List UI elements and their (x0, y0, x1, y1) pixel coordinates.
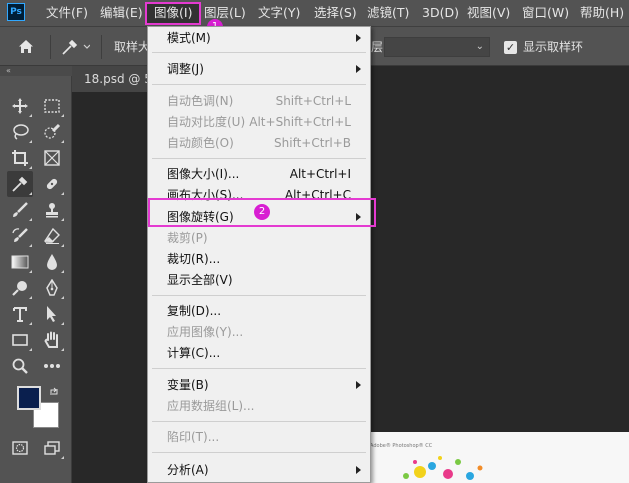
menu-image[interactable]: 图像(I) (154, 0, 192, 26)
swap-colors-icon[interactable] (49, 386, 59, 400)
move-tool-icon[interactable] (7, 93, 33, 119)
menu-window[interactable]: 窗口(W) (522, 0, 569, 26)
menu-filter[interactable]: 滤镜(T) (367, 0, 409, 26)
lasso-tool-icon[interactable] (7, 119, 33, 145)
eraser-tool-icon[interactable] (39, 223, 65, 249)
healing-brush-tool-icon[interactable] (39, 171, 65, 197)
more-tools-icon[interactable] (39, 353, 65, 379)
menu-item-analysis[interactable]: 分析(A) (148, 460, 370, 480)
menu-separator (152, 452, 366, 453)
chevron-down-icon: ⌄ (475, 41, 484, 52)
crop-tool-icon[interactable] (7, 145, 33, 171)
brush-tool-icon[interactable] (7, 197, 33, 223)
blur-tool-icon[interactable] (39, 249, 65, 275)
menu-item-auto-tone[interactable]: 自动色调(N) Shift+Ctrl+L (148, 91, 370, 111)
menu-separator (152, 84, 366, 85)
show-sampling-ring-label: 显示取样环 (523, 40, 584, 54)
menu-item-variables[interactable]: 变量(B) (148, 375, 370, 395)
rectangle-tool-icon[interactable] (7, 327, 33, 353)
menu-item-apply-data-set[interactable]: 应用数据组(L)... (148, 396, 370, 416)
menu-separator (152, 52, 366, 53)
path-selection-tool-icon[interactable] (39, 301, 65, 327)
eyedropper-tool-icon[interactable] (7, 171, 33, 197)
marquee-tool-icon[interactable] (39, 93, 65, 119)
quick-mask-mode-icon[interactable] (7, 435, 33, 461)
menu-item-auto-color[interactable]: 自动颜色(O) Shift+Ctrl+B (148, 133, 370, 153)
options-separator (50, 35, 51, 59)
menu-item-trim[interactable]: 裁切(R)... (148, 249, 370, 269)
menu-3d[interactable]: 3D(D) (422, 0, 459, 26)
menu-item-auto-contrast[interactable]: 自动对比度(U) Alt+Shift+Ctrl+L (148, 112, 370, 132)
sample-layer-dropdown[interactable]: ⌄ (384, 37, 490, 57)
sample-layer-label: 层 (371, 40, 384, 54)
frame-tool-icon[interactable] (39, 145, 65, 171)
menu-item-mode[interactable]: 模式(M) (148, 28, 370, 48)
menu-item-image-size[interactable]: 图像大小(I)... Alt+Ctrl+I (148, 164, 370, 184)
submenu-arrow-icon (356, 34, 361, 42)
menu-separator (152, 295, 366, 296)
type-tool-icon[interactable] (7, 301, 33, 327)
zoom-tool-icon[interactable] (7, 353, 33, 379)
color-swatches (17, 386, 61, 428)
menu-item-crop[interactable]: 裁剪(P) (148, 228, 370, 248)
foreground-color-swatch[interactable] (17, 386, 41, 410)
menu-select[interactable]: 选择(S) (314, 0, 357, 26)
quick-selection-tool-icon[interactable] (39, 119, 65, 145)
clone-stamp-tool-icon[interactable] (39, 197, 65, 223)
menu-item-trap[interactable]: 陷印(T)... (148, 427, 370, 447)
submenu-arrow-icon (356, 381, 361, 389)
image-menu-dropdown: 模式(M) 调整(J) 自动色调(N) Shift+Ctrl+L 自动对比度(U)… (147, 26, 371, 483)
menu-separator (152, 368, 366, 369)
eyedropper-preset-icon[interactable] (60, 37, 91, 60)
screen-mode-icon[interactable] (39, 435, 65, 461)
sample-size-label: 取样大 (114, 40, 151, 54)
menu-item-duplicate[interactable]: 复制(D)... (148, 301, 370, 321)
hand-tool-icon[interactable] (39, 327, 65, 353)
dodge-tool-icon[interactable] (7, 275, 33, 301)
menu-bar: Ps 文件(F) 编辑(E) 图像(I) 图层(L) 文字(Y) 选择(S) 滤… (0, 0, 629, 35)
menu-type[interactable]: 文字(Y) (258, 0, 300, 26)
menu-file[interactable]: 文件(F) (46, 0, 88, 26)
menu-edit[interactable]: 编辑(E) (100, 0, 143, 26)
step-2-badge: 2 (254, 204, 270, 220)
menu-item-apply-image[interactable]: 应用图像(Y)... (148, 322, 370, 342)
tools-panel: « (0, 66, 72, 483)
menu-item-calculations[interactable]: 计算(C)... (148, 343, 370, 363)
submenu-arrow-icon (356, 466, 361, 474)
photoshop-logo: Ps (7, 3, 25, 21)
collapse-panel-icon[interactable]: « (0, 66, 72, 76)
menu-separator (152, 421, 366, 422)
options-separator (101, 35, 102, 59)
submenu-arrow-icon (356, 65, 361, 73)
menu-item-reveal-all[interactable]: 显示全部(V) (148, 270, 370, 290)
history-brush-tool-icon[interactable] (7, 223, 33, 249)
menu-view[interactable]: 视图(V) (467, 0, 510, 26)
document-preview: Adobe® Photoshop® CC (370, 432, 629, 483)
menu-separator (152, 158, 366, 159)
document-tab[interactable]: 18.psd @ 5 (72, 66, 152, 92)
gradient-tool-icon[interactable] (7, 249, 33, 275)
menu-item-adjustments[interactable]: 调整(J) (148, 59, 370, 79)
menu-help[interactable]: 帮助(H) (580, 0, 624, 26)
home-icon[interactable] (18, 39, 34, 57)
splash-artwork-icon (403, 456, 483, 480)
show-sampling-ring-checkbox[interactable]: ✓ (504, 41, 517, 54)
pen-tool-icon[interactable] (39, 275, 65, 301)
